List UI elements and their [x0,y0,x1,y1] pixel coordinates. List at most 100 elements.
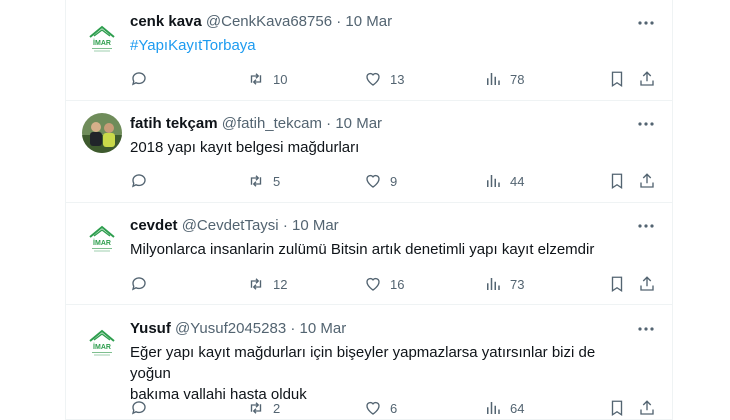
tweet-text-line: Eğer yapı kayıt mağdurları için bişeyler… [130,344,596,382]
share-button[interactable] [638,171,656,191]
display-name[interactable]: cevdet [130,217,178,234]
tweet-actions: 12 16 73 [130,274,656,294]
tweet[interactable]: fatih tekçam @fatih_tekcam · 10 Mar 2018… [66,101,672,203]
more-icon[interactable] [636,216,656,236]
reply-icon [131,72,146,86]
retweet-icon [250,402,262,414]
views-count: 64 [510,400,525,416]
bookmark-icon [611,71,623,88]
user-handle[interactable]: @Yusuf2045283 [175,320,286,337]
separator-dot: · [282,217,288,234]
more-icon[interactable] [636,319,656,339]
like-count: 16 [390,276,405,292]
share-icon [640,173,654,188]
views-icon [487,402,500,414]
retweet-count: 5 [273,173,281,189]
svg-text:İMAR: İMAR [93,39,111,47]
bookmark-button[interactable] [608,69,626,89]
retweet-button[interactable]: 5 [247,171,280,191]
avatar[interactable]: İMAR [82,18,122,58]
display-name[interactable]: cenk kava [130,13,202,30]
retweet-icon [250,278,262,290]
like-button[interactable]: 6 [364,398,397,418]
bookmark-icon [611,276,623,293]
avatar[interactable] [82,113,122,153]
like-icon [366,72,380,86]
profile-photo-icon [82,113,122,153]
tweet[interactable]: İMAR cevdet @CevdetTaysi · 10 Mar Milyon… [66,203,672,305]
reply-icon [131,174,146,188]
retweet-count: 12 [273,276,288,292]
share-icon [640,276,654,291]
retweet-icon [250,175,262,187]
like-button[interactable]: 9 [364,171,397,191]
tweet-header: cevdet @CevdetTaysi · 10 Mar [130,216,339,236]
views-count: 44 [510,173,525,189]
tweet-text: Milyonlarca insanlarin zulümü Bitsin art… [130,241,595,258]
timeline-feed: İMAR cenk kava @CenkKava68756 · 10 Mar #… [65,0,673,420]
reply-button[interactable] [130,171,156,191]
bookmark-icon [611,173,623,190]
views-count: 78 [510,71,525,87]
like-button[interactable]: 16 [364,274,404,294]
reply-button[interactable] [130,398,156,418]
like-button[interactable]: 13 [364,69,404,89]
more-icon[interactable] [636,13,656,33]
imar-logo-icon: İMAR [82,218,122,258]
tweet[interactable]: İMAR Yusuf @Yusuf2045283 · 10 Mar Eğer y… [66,305,672,420]
display-name[interactable]: fatih tekçam [130,115,218,132]
share-button[interactable] [638,398,656,418]
separator-dot: · [326,115,332,132]
tweet-text: 2018 yapı kayıt belgesi mağdurları [130,139,360,156]
views-button[interactable]: 44 [484,171,524,191]
timestamp[interactable]: 10 Mar [335,115,382,132]
reply-button[interactable] [130,274,156,294]
tweet[interactable]: İMAR cenk kava @CenkKava68756 · 10 Mar #… [66,0,672,101]
views-icon [487,73,500,85]
like-count: 6 [390,400,398,416]
tweet-actions: 10 13 78 [130,69,656,89]
svg-text:İMAR: İMAR [93,239,111,247]
retweet-icon [250,73,262,85]
tweet-text: Eğer yapı kayıt mağdurları için bişeyler… [130,342,632,405]
timestamp[interactable]: 10 Mar [300,320,347,337]
retweet-count: 10 [273,71,288,87]
like-icon [366,277,380,291]
tweet-header: Yusuf @Yusuf2045283 · 10 Mar [130,319,346,339]
avatar[interactable]: İMAR [82,218,122,258]
views-icon [487,278,500,290]
retweet-button[interactable]: 12 [247,274,287,294]
bookmark-button[interactable] [608,171,626,191]
more-icon[interactable] [636,114,656,134]
user-handle[interactable]: @CenkKava68756 [206,13,332,30]
timestamp[interactable]: 10 Mar [292,217,339,234]
share-icon [640,71,654,86]
like-icon [366,174,380,188]
bookmark-button[interactable] [608,274,626,294]
views-button[interactable]: 64 [484,398,524,418]
views-button[interactable]: 78 [484,69,524,89]
bookmark-button[interactable] [608,398,626,418]
user-handle[interactable]: @fatih_tekcam [222,115,322,132]
retweet-button[interactable]: 2 [247,398,280,418]
share-icon [640,400,654,415]
bookmark-icon [611,400,623,417]
like-count: 13 [390,71,405,87]
svg-text:İMAR: İMAR [93,343,111,351]
reply-button[interactable] [130,69,156,89]
retweet-button[interactable]: 10 [247,69,287,89]
views-button[interactable]: 73 [484,274,524,294]
share-button[interactable] [638,274,656,294]
separator-dot: · [336,13,342,30]
hashtag-link[interactable]: #YapıKayıtTorbaya [130,37,256,54]
user-handle[interactable]: @CevdetTaysi [182,217,279,234]
separator-dot: · [290,320,296,337]
views-icon [487,175,500,187]
timestamp[interactable]: 10 Mar [345,13,392,30]
reply-icon [131,401,146,415]
avatar[interactable]: İMAR [82,322,122,362]
tweet-actions: 5 9 44 [130,171,656,191]
display-name[interactable]: Yusuf [130,320,171,337]
share-button[interactable] [638,69,656,89]
like-icon [366,401,380,415]
